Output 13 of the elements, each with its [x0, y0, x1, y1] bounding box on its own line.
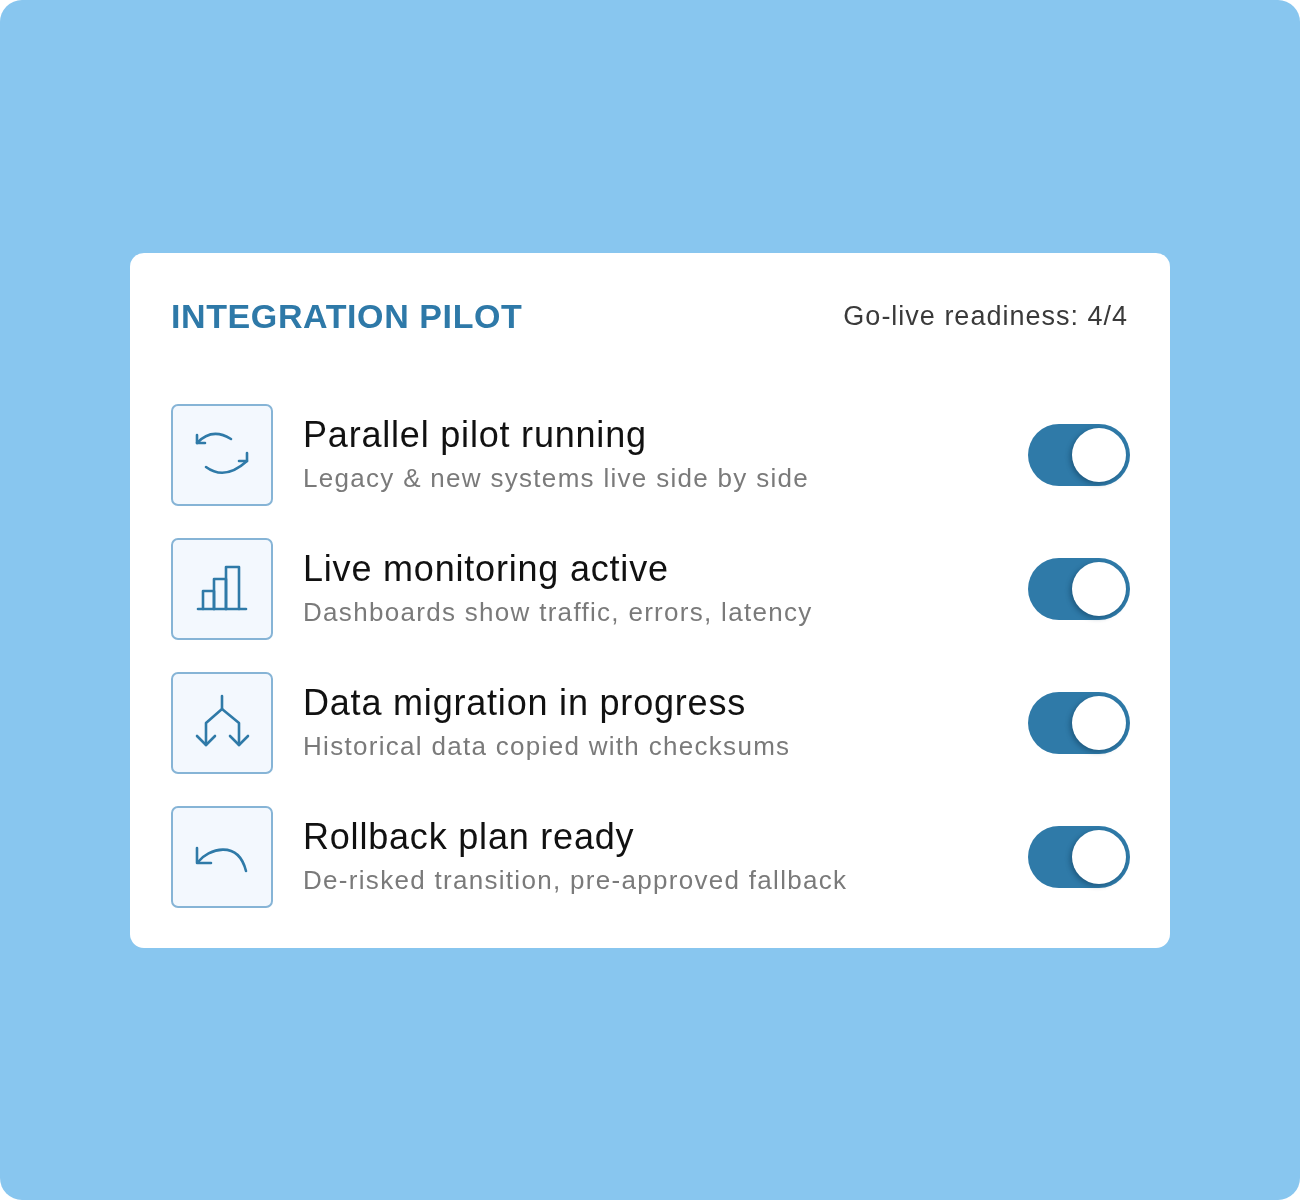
item-description: Dashboards show traffic, errors, latency [303, 596, 814, 629]
item-description: Legacy & new systems live side by side [303, 462, 811, 495]
item-title: Rollback plan ready [303, 816, 636, 858]
readiness-status: Go-live readiness: 4/4 [843, 299, 1128, 333]
item-title: Live monitoring active [303, 548, 670, 590]
item-title: Parallel pilot running [303, 414, 648, 456]
split-arrows-icon [171, 671, 273, 774]
card-title: INTEGRATION PILOT [171, 295, 523, 337]
bar-chart-icon [171, 537, 273, 640]
sync-arrows-icon [171, 403, 273, 506]
item-description: Historical data copied with checksums [303, 730, 792, 763]
item-description: De-risked transition, pre-approved fallback [303, 864, 849, 897]
item-title: Data migration in progress [303, 682, 747, 724]
